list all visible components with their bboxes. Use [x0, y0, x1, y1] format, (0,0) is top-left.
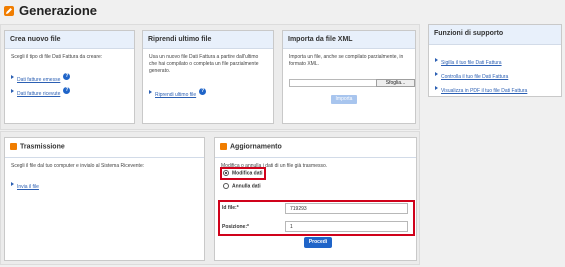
aggiornamento-header: Aggiornamento [215, 138, 416, 158]
importa-title: Importa da file XML [283, 31, 415, 49]
link-visualizza-pdf[interactable]: Visualizza in PDF il tuo file Dati Fattu… [435, 79, 527, 97]
arrow-icon [11, 74, 14, 79]
id-file-label: Id file:* [222, 205, 239, 211]
pencil-icon [4, 6, 14, 16]
arrow-icon [435, 85, 438, 90]
arrow-icon [435, 71, 438, 76]
radio-checked[interactable] [223, 170, 229, 176]
posizione-input[interactable]: 1 [285, 221, 408, 232]
browse-button[interactable]: Sfoglia... [376, 79, 415, 87]
crea-panel: Crea nuovo file Scegli il tipo di file D… [4, 30, 135, 124]
arrow-icon [149, 89, 152, 94]
import-button[interactable]: Importa [331, 95, 357, 104]
help-icon[interactable]: ? [63, 73, 71, 81]
trasmissione-header: Trasmissione [5, 138, 204, 158]
crea-desc: Scegli il tipo di file Dati Fattura da c… [11, 54, 103, 60]
page-title: Generazione [19, 3, 98, 18]
trasmissione-panel: Trasmissione Scegli il file dal tuo comp… [4, 137, 205, 261]
page-header: Generazione [0, 0, 565, 20]
id-file-input[interactable]: 719293 [285, 203, 408, 214]
riprendi-desc: Usa un nuovo file Dati Fattura a partire… [149, 54, 259, 74]
trasmissione-title: Trasmissione [20, 143, 65, 151]
link-dati-ricevute[interactable]: Dati fatture ricevute? [11, 82, 71, 100]
trasmissione-desc: Scegli il file dal tuo computer e invial… [11, 163, 145, 169]
radio-modifica[interactable]: Modifica dati [223, 170, 263, 176]
help-icon[interactable]: ? [199, 88, 207, 96]
procedi-button[interactable]: Procedi [304, 237, 332, 248]
arrow-icon [11, 88, 14, 93]
riprendi-title: Riprendi ultimo file [143, 31, 273, 49]
radio-annulla[interactable]: Annulla dati [223, 183, 261, 189]
riprendi-panel: Riprendi ultimo file Usa un nuovo file D… [142, 30, 274, 124]
arrow-icon [11, 181, 14, 186]
supporto-title: Funzioni di supporto [429, 25, 561, 45]
pencil-icon [220, 143, 227, 150]
importa-panel: Importa da file XML Importa un file, anc… [282, 30, 416, 124]
posizione-label: Posizione:* [222, 224, 249, 230]
importa-desc: Importa un file, anche se compilato parz… [289, 54, 404, 67]
aggiornamento-title: Aggiornamento [230, 143, 282, 151]
crea-title: Crea nuovo file [5, 31, 134, 49]
radio-unchecked[interactable] [223, 183, 229, 189]
help-icon[interactable]: ? [63, 87, 71, 95]
pencil-icon [10, 143, 17, 150]
link-invia-file[interactable]: Invia il file [11, 175, 39, 193]
supporto-panel: Funzioni di supporto Sigilla il tuo file… [428, 24, 562, 97]
aggiornamento-panel: Aggiornamento Modifica o annulla i dati … [214, 137, 417, 261]
arrow-icon [435, 57, 438, 62]
link-riprendi[interactable]: Riprendi ultimo file? [149, 83, 207, 101]
